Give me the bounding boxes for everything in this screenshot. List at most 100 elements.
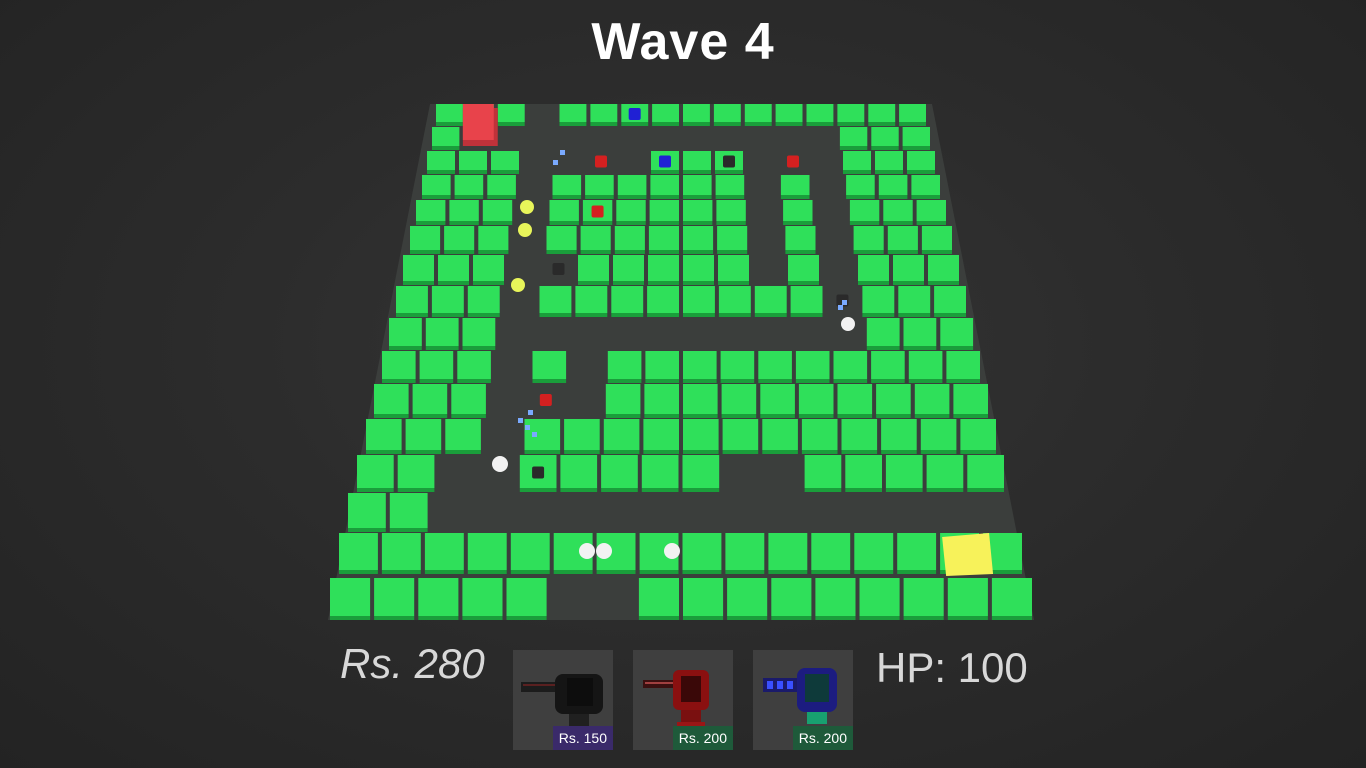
grass-tile	[815, 578, 856, 620]
grass-tile	[920, 419, 957, 454]
grass-tile	[449, 200, 479, 225]
grass-tile	[647, 286, 679, 317]
grass-tile	[396, 286, 428, 317]
grass-tile	[524, 419, 561, 454]
grass-tile	[432, 127, 460, 150]
grass-tile	[683, 226, 714, 254]
grass-tile	[878, 175, 908, 199]
grass-tile	[771, 578, 812, 620]
grass-tile	[580, 226, 611, 254]
enemy-orb	[841, 317, 855, 331]
grass-tile	[833, 351, 868, 383]
fire-turret-price: Rs. 200	[672, 726, 733, 750]
grass-tile	[883, 200, 913, 225]
grass-tile	[946, 351, 980, 383]
grass-tile	[839, 127, 868, 150]
grass-tile	[722, 419, 759, 454]
grass-tile	[682, 533, 722, 574]
grass-tile	[899, 104, 926, 126]
grass-tile	[916, 200, 946, 225]
grass-tile	[611, 286, 644, 317]
grass-tile	[473, 255, 504, 285]
grass-tile	[903, 318, 937, 350]
grass-tile	[424, 533, 464, 574]
grass-tile	[457, 351, 491, 383]
grass-tile	[804, 455, 842, 492]
grass-tile	[871, 351, 905, 383]
grass-tile	[806, 104, 834, 126]
grass-tile	[858, 255, 889, 285]
frost-particle	[518, 418, 523, 423]
grass-tile	[416, 200, 446, 225]
grass-tile	[546, 226, 577, 254]
grass-tile	[716, 200, 746, 225]
grass-tile	[934, 286, 966, 317]
hp-label: HP: 100	[876, 644, 1028, 691]
grass-tile	[780, 175, 810, 199]
grass-tile	[683, 200, 713, 225]
grass-tile	[947, 578, 988, 620]
grass-tile	[760, 384, 795, 418]
shop-card-gun-turret[interactable]: Rs. 150	[513, 650, 613, 750]
grass-tile	[590, 104, 618, 126]
grass-tile	[431, 286, 464, 317]
grass-tile	[438, 255, 469, 285]
grass-tile	[616, 200, 646, 225]
grass-tile	[683, 286, 715, 317]
grass-tile	[459, 151, 487, 174]
grass-tile	[564, 419, 600, 454]
shop-card-fire-turret[interactable]: Rs. 200	[633, 650, 733, 750]
grass-tile	[926, 455, 964, 492]
grass-tile	[907, 151, 935, 174]
grass-tile	[559, 104, 587, 126]
grass-tile	[876, 384, 911, 418]
grass-tile	[775, 104, 803, 126]
grass-tile	[405, 419, 442, 454]
grass-tile	[902, 127, 930, 150]
grass-tile	[552, 175, 582, 199]
goal-cube	[942, 533, 994, 576]
grass-tile	[887, 226, 918, 254]
grass-tile	[754, 286, 787, 317]
grass-tile	[607, 351, 642, 383]
frost-particle	[525, 425, 530, 430]
grass-tile	[837, 384, 873, 418]
fire-tower	[787, 155, 799, 168]
grass-tile	[914, 384, 950, 418]
grass-tile	[638, 578, 679, 620]
grass-tile	[645, 351, 679, 383]
grass-tile	[601, 455, 638, 492]
grass-tile	[683, 104, 710, 126]
grass-tile	[613, 255, 644, 285]
grass-tile	[614, 226, 645, 254]
grass-tile	[410, 226, 441, 254]
grass-tile	[717, 226, 748, 254]
grass-tile	[854, 533, 894, 574]
grass-tile	[908, 351, 943, 383]
frost-particle	[560, 150, 565, 155]
grass-tile	[649, 200, 679, 225]
grass-tile	[960, 419, 996, 454]
grass-tile	[921, 226, 952, 254]
grass-tile	[871, 127, 899, 150]
grass-tile	[578, 255, 609, 285]
grass-tile	[603, 419, 640, 454]
grass-tile	[427, 151, 455, 174]
grass-tile	[462, 578, 503, 620]
grass-tile	[715, 175, 745, 199]
grass-tile	[491, 151, 519, 174]
grass-tile	[798, 384, 834, 418]
grass-tile	[648, 255, 679, 285]
grass-tile	[893, 255, 924, 285]
grass-tile	[898, 286, 931, 317]
shop-card-frost-turret[interactable]: Rs. 200	[753, 650, 853, 750]
frost-turret-price: Rs. 200	[792, 726, 853, 750]
grass-tile	[843, 151, 871, 174]
grass-tile	[560, 455, 598, 492]
grass-tile	[841, 419, 878, 454]
grass-tile	[783, 200, 813, 225]
grass-tile	[374, 384, 409, 418]
grass-tile	[422, 175, 451, 199]
grass-tile	[683, 255, 714, 285]
grass-tile	[467, 533, 507, 574]
